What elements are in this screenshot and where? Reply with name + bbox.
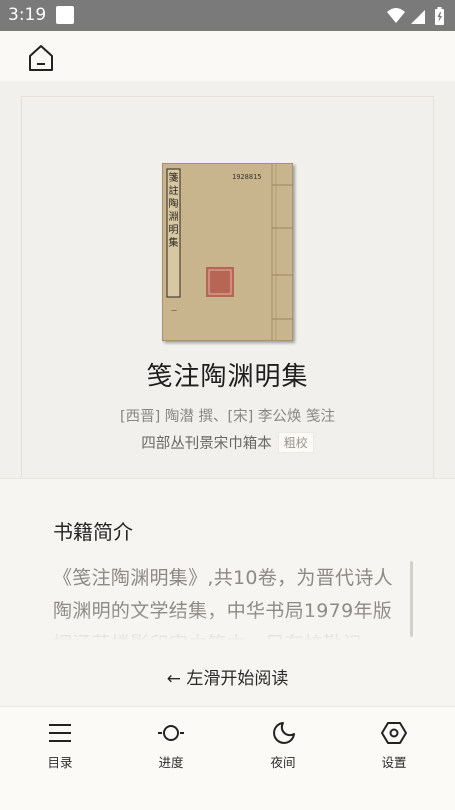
nav-label-contents: 目录 — [47, 755, 73, 770]
svg-text:一: 一 — [171, 308, 177, 315]
nav-item-settings[interactable]: 设置 — [354, 707, 434, 777]
nav-item-night[interactable]: 夜间 — [243, 707, 323, 777]
cover-label: 1928815 — [232, 173, 262, 181]
nav-label-progress: 进度 — [158, 755, 184, 770]
intro-heading: 书籍简介 — [53, 520, 133, 544]
nav-item-progress[interactable]: 进度 — [131, 707, 211, 777]
cover-spine-text: 箋註陶淵明集 — [168, 173, 179, 249]
home-icon[interactable] — [26, 43, 56, 73]
book-cover-image: 一 — [161, 162, 294, 342]
edition-row: 四部丛刊景宋巾箱本 粗校 — [0, 432, 455, 453]
notification-icon — [56, 6, 74, 24]
settings-icon — [381, 722, 407, 744]
progress-icon — [158, 725, 184, 741]
nav-label-night: 夜间 — [270, 755, 296, 770]
top-app-bar — [0, 31, 455, 81]
swipe-to-read-hint[interactable]: ← 左滑开始阅读 — [0, 664, 455, 689]
intro-fade — [40, 612, 420, 648]
wifi-icon — [387, 8, 405, 23]
nav-label-settings: 设置 — [381, 755, 407, 770]
intro-scrollbar[interactable] — [410, 561, 413, 637]
book-edition: 四部丛刊景宋巾箱本 — [141, 436, 272, 452]
status-icons — [387, 7, 444, 25]
proofread-badge: 粗校 — [277, 432, 314, 453]
signal-icon — [411, 10, 425, 24]
bottom-nav: 目录 进度 夜间 设置 — [0, 706, 455, 810]
book-authors: [西晋] 陶潜 撰、[宋] 李公焕 笺注 — [119, 409, 336, 425]
nav-item-contents[interactable]: 目录 — [20, 707, 100, 777]
book-title: 笺注陶渊明集 — [146, 362, 309, 392]
night-mode-icon — [273, 722, 295, 744]
menu-icon — [49, 724, 71, 742]
book-cover[interactable]: 一 箋註陶淵明集 1928815 — [161, 162, 294, 342]
status-time: 3:19 — [8, 5, 47, 25]
status-bar: 3:19 — [0, 0, 455, 31]
battery-icon — [435, 7, 444, 25]
